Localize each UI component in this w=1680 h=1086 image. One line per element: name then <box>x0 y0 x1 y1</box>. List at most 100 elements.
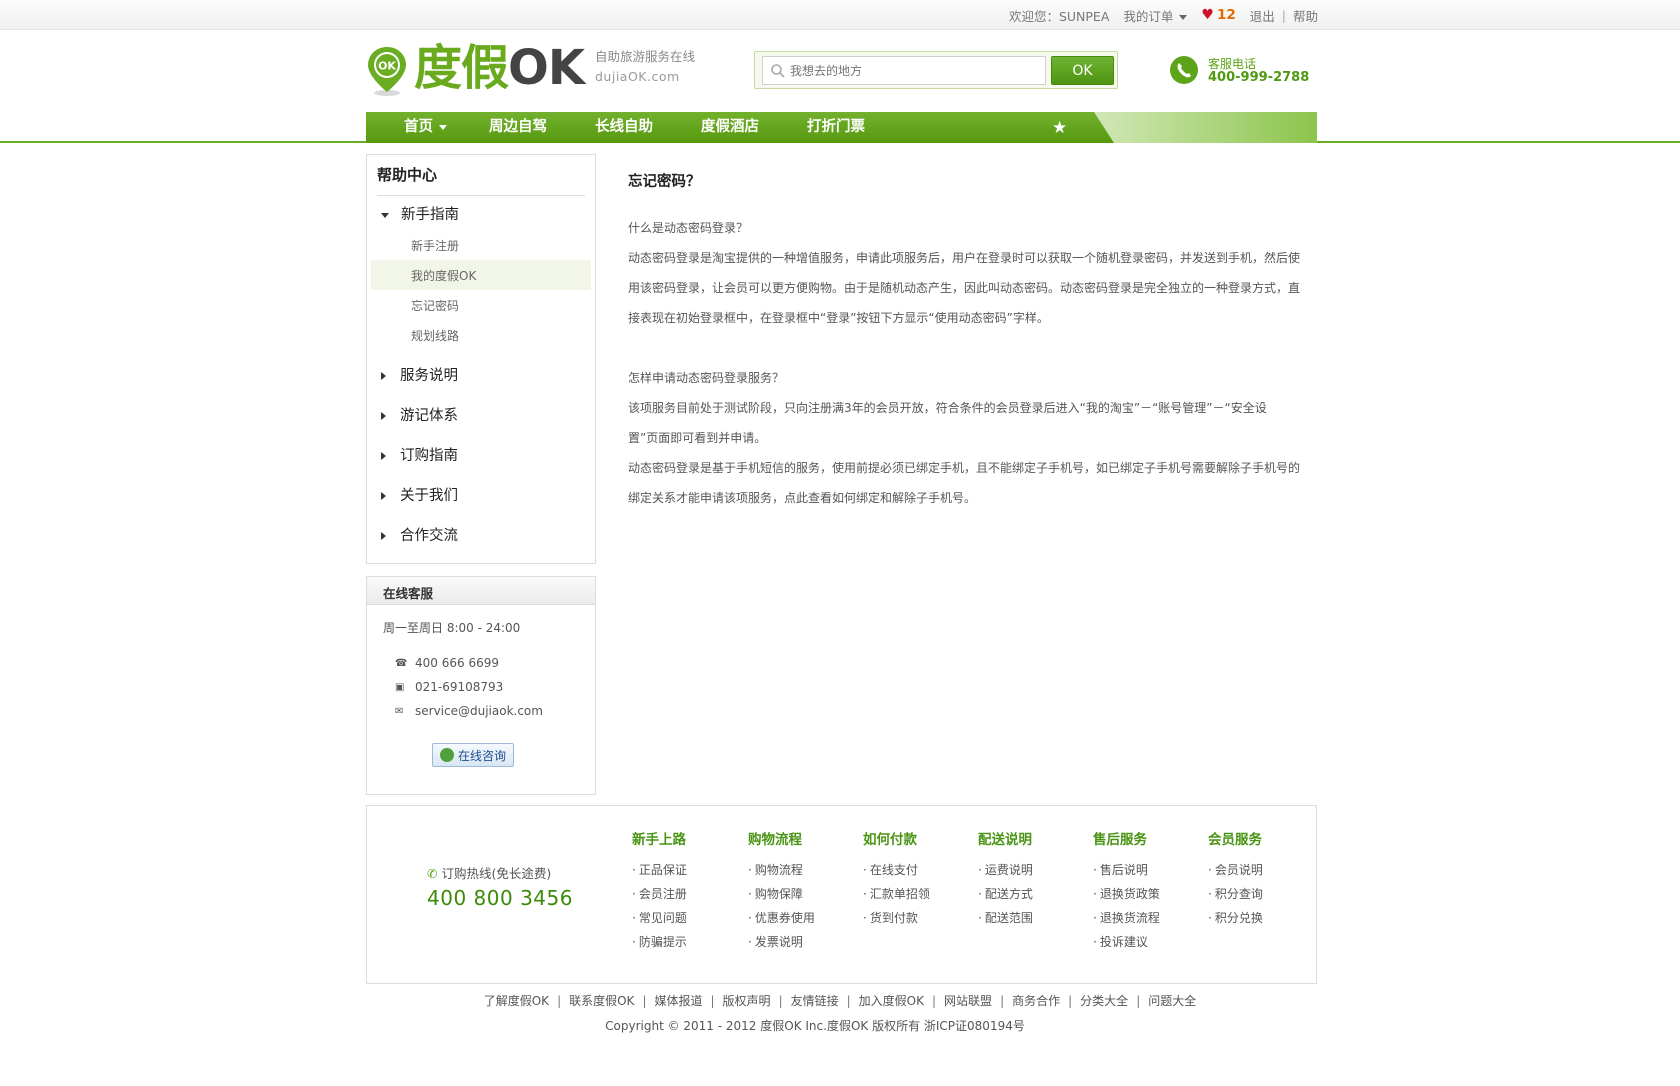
service-phone: ☎ 400 666 6699 <box>395 656 499 670</box>
heart-icon: ♥ <box>1201 7 1214 23</box>
sidebar-item-my-account[interactable]: 我的度假OK <box>411 267 476 284</box>
sidebar-item-forgot-password[interactable]: 忘记密码 <box>411 297 459 314</box>
sidebar-category-service[interactable]: 服务说明 <box>381 364 458 385</box>
answer-3: 动态密码登录是基于手机短信的服务，使用前提必须已绑定手机，且不能绑定子手机号，如… <box>628 461 1301 505</box>
footer-link[interactable]: 常见问题 <box>632 906 687 930</box>
category-label: 关于我们 <box>400 488 458 504</box>
footer-column-after-sales: 售后服务 售后说明 退换货政策 退换货流程 投诉建议 <box>1093 828 1160 954</box>
footer-link[interactable]: 会员说明 <box>1208 858 1263 882</box>
footer-link[interactable]: 货到付款 <box>863 906 930 930</box>
answer-2: 该项服务目前处于测试阶段，只向注册满3年的会员开放，符合条件的会员登录后进入“我… <box>628 401 1267 445</box>
collapsed-arrow-icon <box>381 372 386 380</box>
help-link[interactable]: 帮助 <box>1293 6 1318 25</box>
footer-bottom-link[interactable]: 网站联盟 <box>944 994 992 1008</box>
hotline-number: 400-999-2788 <box>1208 70 1310 85</box>
sidebar-item-register[interactable]: 新手注册 <box>411 237 459 254</box>
footer-link[interactable]: 退换货流程 <box>1093 906 1160 930</box>
telephone-icon: ☎ <box>395 657 408 669</box>
sidebar-category-cooperation[interactable]: 合作交流 <box>381 524 458 545</box>
logout-link[interactable]: 退出 <box>1250 6 1275 25</box>
nav-item-tickets[interactable]: 打折门票 <box>807 112 865 143</box>
sidebar-category-about[interactable]: 关于我们 <box>381 484 458 505</box>
footer-column-delivery: 配送说明 运费说明 配送方式 配送范围 <box>978 828 1033 930</box>
footer-link[interactable]: 正品保证 <box>632 858 687 882</box>
nav-item-nearby[interactable]: 周边自驾 <box>489 112 547 143</box>
footer-bottom-link[interactable]: 友情链接 <box>791 994 839 1008</box>
search-bar: OK <box>754 51 1118 89</box>
category-label: 订购指南 <box>400 448 458 464</box>
slogan: 自助旅游服务在线 dujiaOK.com <box>595 48 695 86</box>
online-service-header: 在线客服 <box>367 577 595 605</box>
footer-link[interactable]: 购物保障 <box>748 882 815 906</box>
nav-item-home[interactable]: 首页 <box>404 112 447 143</box>
chat-icon <box>439 748 454 762</box>
footer-link[interactable]: 防骗提示 <box>632 930 687 954</box>
online-consult-button[interactable]: 在线咨询 <box>432 743 514 767</box>
chevron-down-icon <box>1179 14 1188 20</box>
service-phone-value: 400 666 6699 <box>415 656 499 670</box>
footer-bottom-link[interactable]: 联系度假OK <box>569 994 634 1008</box>
phone-icon <box>1170 56 1198 84</box>
footer-link[interactable]: 配送方式 <box>978 882 1033 906</box>
footer-link[interactable]: 售后说明 <box>1093 858 1160 882</box>
search-button[interactable]: OK <box>1051 56 1114 85</box>
help-center-title: 帮助中心 <box>377 166 438 184</box>
footer-link[interactable]: 汇款单招领 <box>863 882 930 906</box>
footer-link[interactable]: 优惠券使用 <box>748 906 815 930</box>
footer-bottom-link[interactable]: 加入度假OK <box>859 994 924 1008</box>
help-center-panel: 帮助中心 新手指南 新手注册 我的度假OK 忘记密码 规划线路 服务说明 游记体… <box>366 154 596 564</box>
online-service-panel: 在线客服 周一至周日 8:00 - 24:00 ☎ 400 666 6699 ▣ 0… <box>366 576 596 795</box>
separator: | <box>1281 7 1286 23</box>
article: 忘记密码？ 什么是动态密码登录？ 动态密码登录是淘宝提供的一种增值服务，申请此项… <box>628 170 1304 513</box>
footer-bottom-link[interactable]: 媒体报道 <box>654 994 702 1008</box>
sidebar-category-travelogue[interactable]: 游记体系 <box>381 404 458 425</box>
footer-bottom-link[interactable]: 版权声明 <box>723 994 771 1008</box>
footer-links: 了解度假OK | 联系度假OK | 媒体报道 | 版权声明 | 友情链接 | 加入度假OK | 网站联盟… <box>0 992 1680 1009</box>
sidebar-category-beginner[interactable]: 新手指南 <box>381 203 459 224</box>
active-item-highlight <box>371 260 591 290</box>
footer-link[interactable]: 在线支付 <box>863 858 930 882</box>
footer-link[interactable]: 积分查询 <box>1208 882 1263 906</box>
divider <box>377 195 585 196</box>
separator: | <box>710 994 715 1008</box>
footer-link[interactable]: 会员注册 <box>632 882 687 906</box>
footer-link[interactable]: 购物流程 <box>748 858 815 882</box>
footer-bottom-link[interactable]: 了解度假OK <box>484 994 549 1008</box>
copyright: Copyright © 2011 - 2012 度假OK Inc.度假OK 版权… <box>605 1019 1025 1033</box>
footer-link[interactable]: 发票说明 <box>748 930 815 954</box>
service-fax-value: 021-69108793 <box>415 680 504 694</box>
logo[interactable]: 度假OK <box>414 40 585 96</box>
separator: | <box>1068 994 1073 1008</box>
footer-column-heading: 购物流程 <box>748 832 802 848</box>
footer-column-member: 会员服务 会员说明 积分查询 积分兑换 <box>1208 828 1263 930</box>
nav-item-long-trip[interactable]: 长线自助 <box>595 112 653 143</box>
footer-link[interactable]: 配送范围 <box>978 906 1033 930</box>
collapsed-arrow-icon <box>381 532 386 540</box>
search-input[interactable] <box>790 57 1044 84</box>
separator: | <box>1136 994 1141 1008</box>
footer-bottom-link[interactable]: 商务合作 <box>1012 994 1060 1008</box>
footer-link[interactable]: 退换货政策 <box>1093 882 1160 906</box>
footer-column-heading: 售后服务 <box>1093 832 1147 848</box>
footer-link[interactable]: 投诉建议 <box>1093 930 1160 954</box>
nav-item-hotel[interactable]: 度假酒店 <box>701 112 759 143</box>
footer-link[interactable]: 积分兑换 <box>1208 906 1263 930</box>
category-label: 游记体系 <box>400 408 458 424</box>
online-service-title: 在线客服 <box>383 586 434 601</box>
footer-bottom-link[interactable]: 问题大全 <box>1148 994 1196 1008</box>
sidebar-category-ordering[interactable]: 订购指南 <box>381 444 458 465</box>
logo-ok: OK <box>508 40 585 96</box>
search-field <box>762 56 1046 85</box>
star-icon[interactable]: ★ <box>1052 118 1067 138</box>
favorites-link[interactable]: ♥ 12 <box>1201 7 1235 23</box>
logo-cn: 度假 <box>414 40 509 96</box>
my-orders-dropdown[interactable]: 我的订单 <box>1123 6 1188 25</box>
footer-bottom-link[interactable]: 分类大全 <box>1080 994 1128 1008</box>
footer-link[interactable]: 运费说明 <box>978 858 1033 882</box>
category-label: 合作交流 <box>400 528 458 544</box>
welcome-text: 欢迎您：SUNPEA <box>1008 8 1110 24</box>
slogan-text: 自助旅游服务在线 <box>595 49 696 64</box>
sidebar-item-plan-route[interactable]: 规划线路 <box>411 327 459 344</box>
logo-pin-icon[interactable]: OK <box>366 45 408 97</box>
service-email-value[interactable]: service@dujiaok.com <box>415 704 543 718</box>
